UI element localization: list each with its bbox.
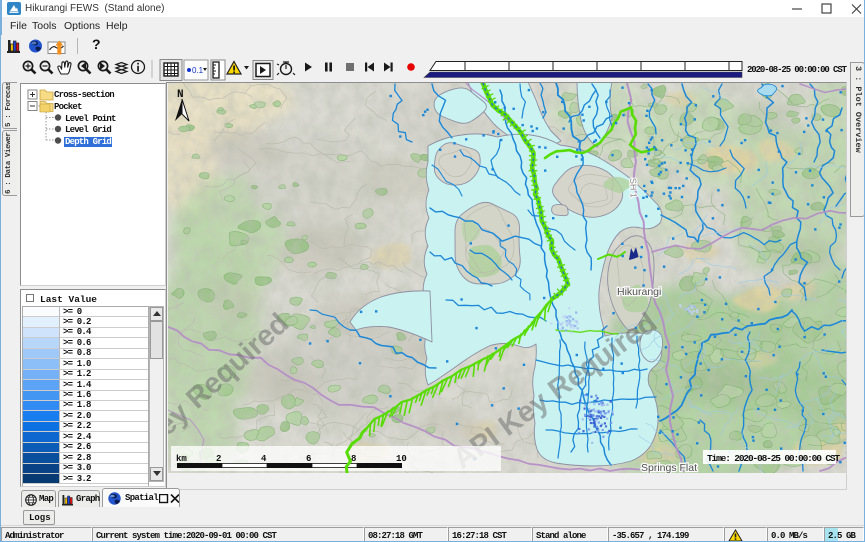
svg-text:10: 10 [396,454,407,464]
svg-text:2: 2 [216,454,221,464]
svg-text:km: km [176,454,187,464]
svg-text:Springs Flat: Springs Flat [641,462,697,473]
svg-text:Hikurangi: Hikurangi [617,286,661,298]
svg-text:N: N [177,89,184,101]
svg-text:6: 6 [306,454,311,464]
svg-text:4: 4 [261,454,267,464]
svg-text:8: 8 [351,454,356,464]
svg-text:SH 1: SH 1 [628,178,639,198]
svg-text:0.1: 0.1 [192,66,204,75]
svg-text:Time: 2020-08-25 00:00:00 CST: Time: 2020-08-25 00:00:00 CST [707,453,840,464]
